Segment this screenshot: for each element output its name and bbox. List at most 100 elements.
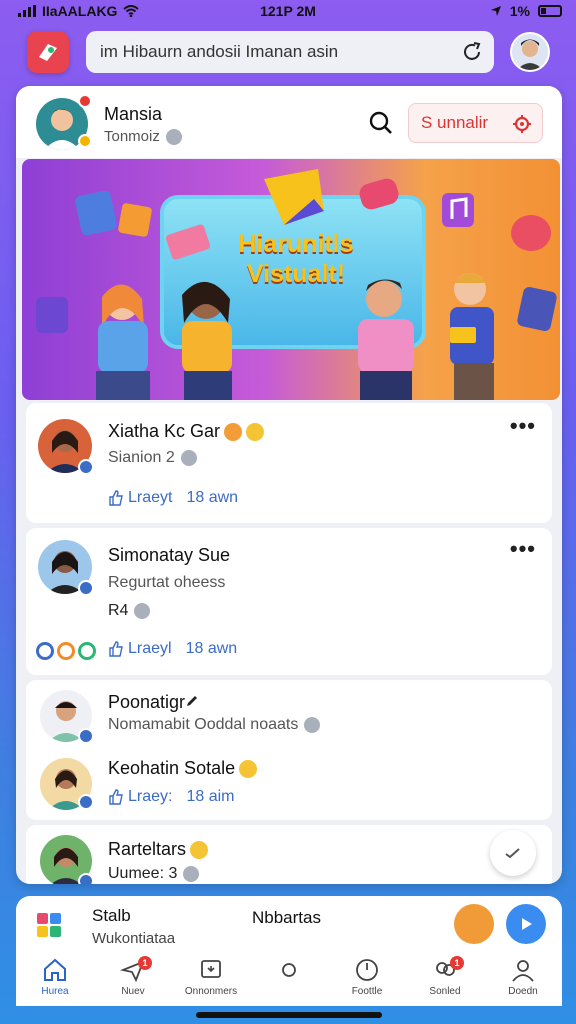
- app-logo-icon[interactable]: [27, 31, 69, 73]
- smile-icon: [246, 423, 265, 442]
- post-author: Rarteltars: [108, 839, 209, 860]
- tab-comments[interactable]: Onnonmers: [172, 952, 250, 1002]
- verified-badge: [78, 794, 94, 810]
- battery-icon: [538, 5, 562, 17]
- search-query: im Hibaurn andosii Imanan asin: [100, 42, 339, 61]
- tab-label: Hurea: [41, 986, 69, 997]
- notification-badge: 1: [450, 956, 464, 970]
- info-icon: [304, 716, 321, 733]
- refresh-icon[interactable]: [460, 40, 484, 64]
- comment-icon: [201, 960, 221, 978]
- post-author-name: Poonatigr: [108, 692, 186, 712]
- play-icon: [522, 918, 532, 930]
- tab-home[interactable]: Hurea: [16, 952, 94, 1002]
- post-author-name: Rarteltars: [108, 839, 187, 859]
- post-card[interactable]: Poonatigr Nomamabit Ooddal noaats Keohat…: [26, 680, 552, 820]
- like-label: Lraey:: [128, 788, 173, 805]
- top-bar: im Hibaurn andosii Imanan asin: [0, 28, 576, 80]
- user-avatar[interactable]: [510, 32, 550, 72]
- pen-icon: [187, 696, 198, 706]
- tab-label: Nuev: [121, 986, 145, 997]
- like-button[interactable]: Lraeyl 18 awn: [108, 640, 237, 658]
- check-icon: [505, 848, 520, 859]
- clock-icon: [356, 959, 378, 981]
- post-subtitle: Uumee: 3: [108, 865, 200, 883]
- comment-author-name: Keohatin Sotale: [108, 758, 236, 778]
- home-indicator[interactable]: [196, 1012, 382, 1018]
- reaction-icon: [78, 642, 96, 660]
- info-icon: [134, 602, 151, 619]
- post-card[interactable]: Xiatha Kc Gar Sianion 2 ••• Lraeyt 18 aw…: [26, 403, 552, 523]
- feed-panel: Mansia Tonmoiz S unnalir Hiarunitls Vist…: [16, 86, 562, 884]
- profile-subtitle: Tonmoiz: [104, 128, 182, 146]
- tab-center[interactable]: [250, 952, 328, 1002]
- post-subtitle: Sianion 2: [108, 449, 197, 467]
- post-subtitle: Regurtat oheess: [108, 574, 226, 591]
- home-icon: [44, 958, 66, 981]
- follow-button[interactable]: S unnalir: [408, 103, 543, 143]
- emoji-icon: [190, 841, 209, 860]
- more-options-button[interactable]: •••: [510, 536, 536, 562]
- notification-dot: [78, 94, 92, 108]
- post-author: Poonatigr: [108, 692, 199, 713]
- bottom-bar: Stalb Wukontiataa Nbbartas Hurea 1 Nuev …: [16, 896, 562, 1006]
- post-author: Xiatha Kc Gar: [108, 421, 265, 442]
- like-button[interactable]: Lraey: 18 aim: [108, 788, 235, 806]
- info-icon: [165, 129, 182, 146]
- post-card[interactable]: Simonatay Sue Regurtat oheess R4 ••• Lra…: [26, 528, 552, 675]
- post-card[interactable]: Rarteltars Uumee: 3: [26, 825, 552, 884]
- now-playing-bar[interactable]: Stalb Wukontiataa Nbbartas: [16, 896, 562, 948]
- person-icon: [512, 960, 534, 982]
- now-playing-center: Nbbartas: [252, 908, 321, 927]
- verified-badge: [78, 728, 94, 744]
- post-author-name: Simonatay Sue: [108, 545, 231, 565]
- tab-settled[interactable]: 1 Sonled: [406, 952, 484, 1002]
- verified-badge: [78, 873, 94, 884]
- thumbs-up-icon: [109, 490, 123, 506]
- tab-footage[interactable]: Foottle: [328, 952, 406, 1002]
- post-time: 18 awn: [185, 640, 238, 657]
- gear-icon: [513, 115, 531, 133]
- now-playing-title: Stalb: [92, 906, 131, 925]
- like-button[interactable]: Lraeyt 18 awn: [108, 489, 238, 507]
- profile-subtitle-text: Tonmoiz: [104, 128, 160, 145]
- tab-bar: Hurea 1 Nuev Onnonmers Foottle 1 Sonled …: [16, 952, 562, 1002]
- now-playing-subtitle: Wukontiataa: [92, 930, 176, 947]
- profile-header: Mansia Tonmoiz S unnalir: [16, 86, 562, 158]
- battery-percent: 1%: [509, 3, 530, 19]
- tab-profile[interactable]: Doedn: [484, 952, 562, 1002]
- tab-label: Onnonmers: [184, 986, 238, 997]
- banner-title: Hiarunitls Vistualt!: [238, 230, 354, 288]
- reaction-icons: [36, 642, 96, 660]
- post-time: 18 awn: [186, 489, 239, 506]
- mascot-icon[interactable]: [454, 904, 494, 944]
- thumbs-up-icon: [109, 641, 123, 657]
- status-dot: [78, 134, 92, 148]
- reaction-icon: [57, 642, 75, 660]
- puzzle-icon: [37, 913, 61, 937]
- status-bar: IIaAALAKG 121P 2M 1%: [0, 0, 576, 24]
- post-time: 18 aim: [186, 788, 235, 805]
- verified-badge: [78, 459, 94, 475]
- search-input[interactable]: im Hibaurn andosii Imanan asin: [86, 31, 494, 73]
- like-label: Lraeyt: [128, 489, 173, 506]
- post-extra: R4: [108, 602, 151, 620]
- location-icon: [490, 6, 501, 16]
- compose-button[interactable]: [490, 830, 536, 876]
- post-extra-text: R4: [108, 602, 129, 619]
- smile-icon: [239, 760, 258, 779]
- tab-news[interactable]: 1 Nuev: [94, 952, 172, 1002]
- play-button[interactable]: [506, 904, 546, 944]
- comment-author: Keohatin Sotale: [108, 758, 258, 779]
- info-icon: [183, 865, 200, 882]
- follow-button-label: S unnalir: [421, 113, 489, 132]
- promo-banner[interactable]: Hiarunitls Vistualt!: [22, 159, 560, 400]
- emoji-icon: [224, 423, 243, 442]
- search-icon[interactable]: [368, 110, 394, 136]
- more-options-button[interactable]: •••: [510, 413, 536, 439]
- post-subtitle-text: Sianion 2: [108, 449, 175, 466]
- verified-badge: [78, 580, 94, 596]
- info-icon: [180, 449, 197, 466]
- notification-badge: 1: [138, 956, 152, 970]
- tab-label: Foottle: [351, 986, 383, 997]
